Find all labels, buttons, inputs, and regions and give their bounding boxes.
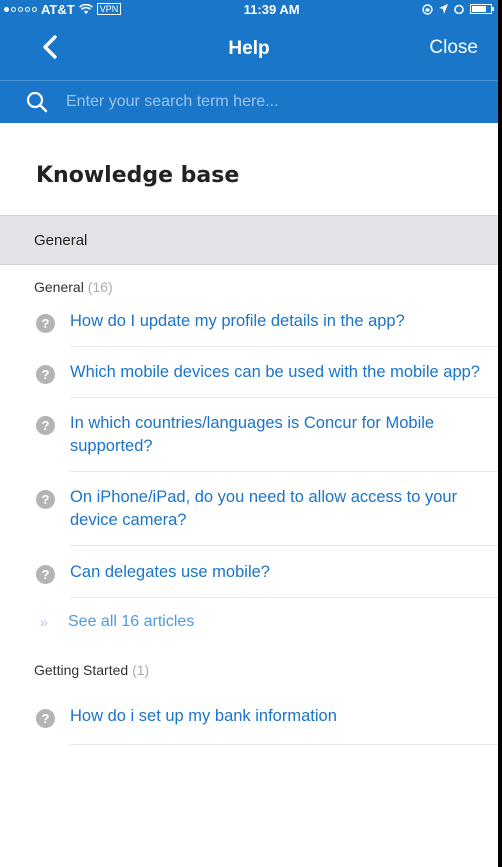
see-all-articles-link[interactable]: » See all 16 articles — [0, 600, 498, 644]
article-link[interactable]: Which mobile devices can be used with th… — [70, 361, 488, 384]
close-button[interactable]: Close — [429, 37, 478, 59]
question-circle-icon: ? — [36, 490, 55, 509]
status-right — [422, 3, 494, 15]
divider — [70, 744, 498, 745]
see-all-label[interactable]: See all 16 articles — [68, 613, 194, 631]
article-item[interactable]: ? How do i set up my bank information — [0, 705, 498, 728]
alarm-icon — [454, 4, 464, 14]
article-link[interactable]: On iPhone/iPad, do you need to allow acc… — [70, 486, 488, 532]
nav-title: Help — [228, 38, 270, 59]
location-icon — [438, 4, 448, 14]
question-circle-icon: ? — [36, 565, 55, 584]
article-link[interactable]: Can delegates use mobile? — [70, 561, 488, 584]
lock-rotation-icon — [422, 3, 433, 15]
article-item[interactable]: ? In which countries/languages is Concur… — [0, 412, 498, 458]
divider — [70, 346, 498, 347]
article-link[interactable]: How do I update my profile details in th… — [70, 310, 488, 333]
carrier-label: AT&T — [41, 1, 75, 17]
divider — [70, 397, 498, 398]
status-time: 11:39 AM — [243, 1, 300, 17]
group-name: General — [34, 279, 84, 295]
question-circle-icon: ? — [36, 416, 55, 435]
vpn-badge: VPN — [96, 3, 122, 15]
back-chevron-icon[interactable] — [36, 32, 66, 62]
question-circle-icon: ? — [36, 314, 55, 333]
divider — [70, 471, 498, 472]
article-link[interactable]: How do i set up my bank information — [70, 705, 488, 728]
phone-screen: AT&T VPN 11:39 AM Help Close Enter your … — [0, 0, 498, 867]
section-header-general: General — [0, 215, 498, 265]
divider — [70, 545, 498, 546]
article-link[interactable]: In which countries/languages is Concur f… — [70, 412, 488, 458]
group-count: (1) — [132, 662, 150, 678]
question-circle-icon: ? — [36, 709, 55, 728]
battery-icon — [469, 4, 494, 14]
group-label-general: General (16) — [0, 265, 498, 310]
divider — [70, 597, 498, 598]
nav-bar: Help Close — [0, 18, 498, 81]
status-bar: AT&T VPN 11:39 AM — [0, 0, 498, 18]
search-bar — [0, 81, 498, 123]
article-item[interactable]: ? Which mobile devices can be used with … — [0, 361, 498, 384]
article-item[interactable]: ? On iPhone/iPad, do you need to allow a… — [0, 486, 498, 532]
question-circle-icon: ? — [36, 365, 55, 384]
status-left: AT&T VPN — [4, 1, 122, 17]
group-count: (16) — [87, 279, 113, 295]
search-icon — [26, 91, 48, 113]
search-input[interactable] — [66, 93, 446, 111]
group-label-getting-started: Getting Started (1) — [0, 648, 498, 693]
signal-icon — [4, 6, 37, 12]
double-chevron-right-icon: » — [40, 614, 48, 630]
article-item[interactable]: ? How do I update my profile details in … — [0, 310, 498, 333]
page-title: Knowledge base — [36, 163, 240, 188]
wifi-icon — [78, 3, 93, 14]
group-name: Getting Started — [34, 662, 129, 678]
article-item[interactable]: ? Can delegates use mobile? — [0, 561, 498, 584]
